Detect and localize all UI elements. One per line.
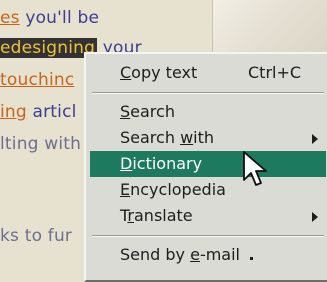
menu-separator	[92, 92, 324, 94]
menu-item-translate[interactable]: Translate	[90, 203, 326, 229]
menu-item-search-with[interactable]: Search with	[90, 125, 326, 151]
submenu-arrow-icon	[312, 134, 318, 144]
context-menu: Copy text Ctrl+C Search Search with Dict…	[84, 52, 327, 282]
page-text-line-5: lting with	[0, 134, 82, 154]
selected-word[interactable]: edesigning	[0, 38, 98, 58]
menu-item-encyclopedia[interactable]: Encyclopedia	[90, 177, 326, 203]
page-text-line-6: ks to fur	[0, 226, 73, 246]
submenu-arrow-icon	[312, 212, 318, 222]
page-link[interactable]: ing	[0, 102, 27, 122]
menu-item-search[interactable]: Search	[90, 99, 326, 125]
stray-dot	[250, 257, 253, 260]
page-text-line-3: touchinc	[0, 70, 74, 90]
menu-item-dictionary[interactable]: Dictionary	[90, 151, 326, 177]
shortcut-label: Ctrl+C	[248, 63, 302, 82]
mouse-pointer-icon	[243, 151, 267, 186]
menu-item-copy-text[interactable]: Copy text Ctrl+C	[90, 60, 326, 86]
menu-item-send-by-email[interactable]: Send by e-mail	[90, 242, 326, 268]
page-link[interactable]: touchinc	[0, 70, 74, 90]
page-text-line-1: es you'll be	[0, 8, 100, 28]
page-text-line-4: ing articl	[0, 102, 77, 122]
menu-separator	[92, 235, 324, 237]
page-link[interactable]: es	[0, 8, 20, 28]
